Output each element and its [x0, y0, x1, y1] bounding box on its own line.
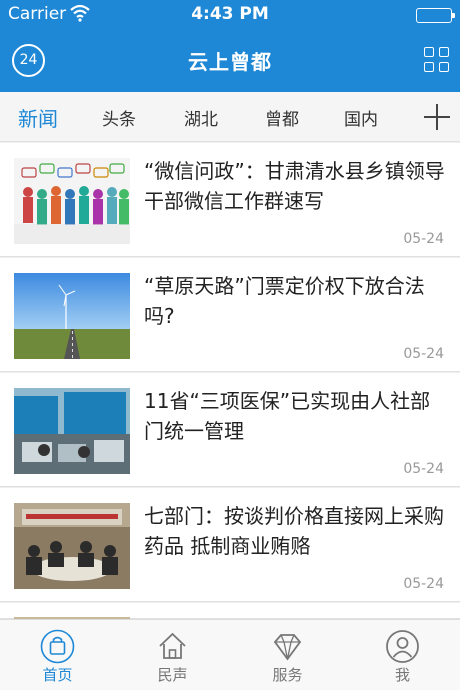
person-icon [385, 629, 420, 664]
news-item[interactable]: 七部门：按谈判价格直接网上采购药品 抵制商业贿赂 05-24 [0, 488, 460, 602]
tab-news[interactable]: 新闻 [18, 103, 58, 132]
diamond-icon [270, 629, 305, 664]
battery-icon [416, 8, 455, 23]
tab-hubei[interactable]: 湖北 [184, 105, 218, 130]
nav-voice-label: 民声 [157, 666, 188, 684]
nav-home-label: 首页 [42, 666, 73, 684]
news-item[interactable] [0, 603, 460, 621]
news-title: “草原天路”门票定价权下放合法吗? [144, 274, 425, 328]
news-item[interactable]: “微信问政”：甘肃清水县乡镇领导干部微信工作群速写 05-24 [0, 143, 460, 257]
news-title: 11省“三项医保”已实现由人社部门统一管理 [144, 389, 431, 443]
news-thumbnail [14, 273, 130, 359]
add-tab-icon[interactable] [424, 104, 450, 130]
bag-icon [40, 629, 75, 664]
news-date: 05-24 [403, 346, 444, 362]
clock: 4:43 PM [191, 4, 269, 24]
tab-domestic[interactable]: 国内 [344, 105, 378, 130]
status-bar: Carrier 4:43 PM [0, 0, 460, 30]
news-date: 05-24 [403, 231, 444, 247]
house-icon [155, 629, 190, 664]
tab-headlines[interactable]: 头条 [102, 105, 136, 130]
category-tabs: 新闻 头条 湖北 曾都 国内 [0, 92, 460, 142]
nav-home[interactable]: 首页 [0, 620, 115, 690]
bottom-nav: 首页 民声 服务 我 [0, 619, 460, 690]
news-date: 05-24 [403, 576, 444, 592]
news-title: “微信问政”：甘肃清水县乡镇领导干部微信工作群速写 [144, 159, 445, 213]
nav-me[interactable]: 我 [345, 620, 460, 690]
grid-menu-icon[interactable] [424, 47, 450, 73]
nav-voice[interactable]: 民声 [115, 620, 230, 690]
news-date: 05-24 [403, 461, 444, 477]
nav-me-label: 我 [394, 666, 410, 684]
news-thumbnail [14, 388, 130, 474]
app-header: 24 云上曾都 [0, 30, 460, 92]
news-item[interactable]: 11省“三项医保”已实现由人社部门统一管理 05-24 [0, 373, 460, 487]
news-thumbnail [14, 158, 130, 244]
nav-service-label: 服务 [272, 666, 303, 684]
news-item[interactable]: “草原天路”门票定价权下放合法吗? 05-24 [0, 258, 460, 372]
news-title: 七部门：按谈判价格直接网上采购药品 抵制商业贿赂 [144, 504, 444, 558]
page-title: 云上曾都 [188, 50, 272, 74]
news-thumbnail [14, 503, 130, 589]
tab-zengdu[interactable]: 曾都 [265, 105, 299, 130]
nav-service[interactable]: 服务 [230, 620, 345, 690]
